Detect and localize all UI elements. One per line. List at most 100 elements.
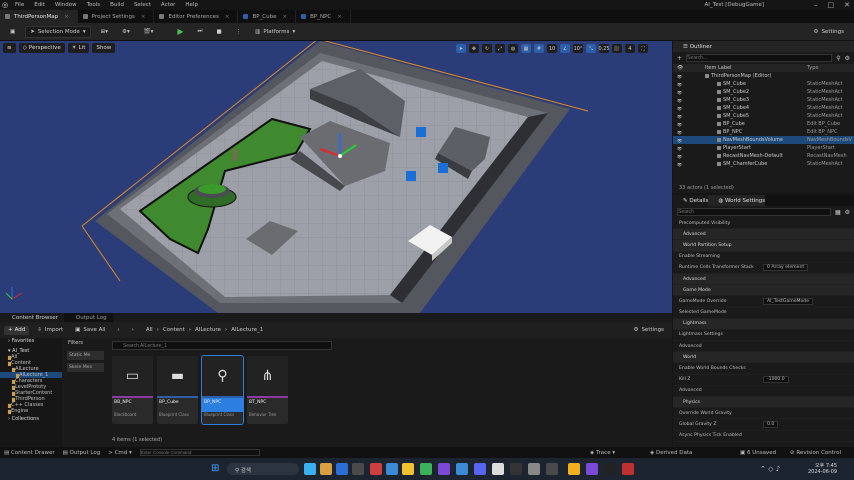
rotation-snap-icon[interactable]: ∠ [560, 44, 570, 53]
taskbar-clock[interactable]: 오후 7:45 2024-06-09 [808, 462, 837, 475]
visibility-icon[interactable]: 👁 [677, 98, 682, 103]
tab-bp-npc[interactable]: BP_NPC × [296, 10, 351, 23]
asset-search-input[interactable] [113, 342, 331, 350]
close-icon[interactable]: ✕ [844, 1, 850, 9]
rotate-icon[interactable]: ↻ [482, 44, 492, 53]
close-icon[interactable]: × [64, 14, 69, 20]
outliner-row[interactable]: 👁 SM_Cube StaticMeshAct [673, 80, 854, 88]
visibility-icon[interactable]: 👁 [677, 122, 682, 127]
unsaved-button[interactable]: ▣ 6 Unsaved [740, 450, 776, 456]
play-button[interactable]: ▶ [173, 26, 187, 38]
details-category-header[interactable]: Game Mode [673, 285, 854, 297]
details-category-header[interactable]: World Partition Setup [673, 240, 854, 252]
visibility-icon[interactable]: 👁 [677, 162, 682, 167]
app-icon[interactable] [510, 463, 522, 475]
app-icon[interactable] [568, 463, 580, 475]
unreal-logo-icon[interactable]: ◎ [0, 0, 10, 10]
details-property-row[interactable]: Kill Z -1000.0 [673, 375, 854, 386]
system-tray-icons[interactable]: ⌃ ◇ ♪ [760, 465, 780, 473]
breadcrumb-all[interactable]: All [146, 327, 153, 333]
app-icon[interactable] [622, 463, 634, 475]
visibility-icon[interactable]: 👁 [677, 114, 682, 119]
visibility-icon[interactable]: 👁 [677, 154, 682, 159]
favorites-header[interactable]: › Favorites [0, 338, 62, 344]
asset-tile[interactable]: ▭ BB_NPC Blackboard [112, 356, 153, 424]
visibility-icon[interactable]: 👁 [677, 146, 682, 151]
details-property-row[interactable]: GameMode Override AI_TestGameMode [673, 296, 854, 308]
breadcrumb-ailecture[interactable]: AILecture [195, 327, 221, 333]
forward-icon[interactable]: › [128, 324, 138, 336]
lit-button[interactable]: ☀ Lit [67, 43, 90, 53]
chrome-icon[interactable] [420, 463, 432, 475]
visibility-icon[interactable]: 👁 [677, 82, 682, 87]
tab-thirdpersonmap[interactable]: ThirdPersonMap × [0, 10, 78, 23]
details-category-header[interactable]: Physics [673, 397, 854, 409]
tab-bp-cube[interactable]: BP_Cube × [238, 10, 297, 23]
details-property-row[interactable]: Advanced [673, 386, 854, 397]
copilot-icon[interactable] [304, 463, 316, 475]
tab-editor-preferences[interactable]: Editor Preferences × [154, 10, 239, 23]
details-category-header[interactable]: World [673, 352, 854, 364]
outliner-row[interactable]: 👁 NavMeshBoundsVolume NavMeshBoundsV [673, 136, 854, 144]
viewport-menu-button[interactable]: ≡ [3, 43, 16, 53]
close-icon[interactable]: × [337, 14, 342, 20]
unreal-engine-icon[interactable] [604, 463, 616, 475]
content-icon[interactable]: ⊞▾ [97, 26, 112, 38]
close-icon[interactable]: × [283, 14, 288, 20]
outliner-row[interactable]: 👁 SM_Cube3 StaticMeshAct [673, 96, 854, 104]
details-property-row[interactable]: Precomputed Visibility [673, 218, 854, 230]
settings-app-icon[interactable] [352, 463, 364, 475]
revision-control-button[interactable]: ⊘ Revision Control [790, 450, 841, 456]
menu-select[interactable]: Select [129, 2, 156, 8]
select-icon[interactable]: ➤ [456, 44, 466, 53]
save-all-button[interactable]: ▣ Save All [71, 324, 109, 336]
menu-edit[interactable]: Edit [29, 2, 50, 8]
selection-mode-dropdown[interactable]: ➤ Selection Mode ▾ [25, 25, 91, 38]
visibility-icon[interactable]: 👁 [677, 130, 682, 135]
surface-snap-icon[interactable]: ▦ [521, 44, 531, 53]
maximize-viewport-icon[interactable]: ⛶ [638, 44, 648, 53]
app-icon[interactable] [456, 463, 468, 475]
cinematics-icon[interactable]: 🎬▾ [140, 26, 158, 38]
details-property-row[interactable]: Advanced [673, 341, 854, 353]
details-search-input[interactable] [677, 208, 831, 216]
menu-build[interactable]: Build [105, 2, 129, 8]
asset-tile[interactable]: ⋔ BT_NPC Behavior Tree [247, 356, 288, 424]
property-value[interactable]: 0 Array element [763, 264, 809, 272]
tab-world-settings[interactable]: ◍ World Settings [708, 195, 766, 206]
gizmo-center[interactable] [338, 154, 342, 158]
gear-icon[interactable]: ⚙ [845, 209, 850, 216]
outliner-search-input[interactable] [686, 54, 833, 62]
tab-details[interactable]: ✎ Details [673, 195, 709, 206]
details-category-header[interactable]: Advanced [673, 229, 854, 241]
menu-help[interactable]: Help [180, 2, 203, 8]
scale-snap-icon[interactable]: ⤡ [586, 44, 596, 53]
translate-icon[interactable]: ✥ [469, 44, 479, 53]
filter-skeletal-mesh[interactable]: Skele Mes [67, 363, 104, 372]
visibility-icon[interactable]: 👁 [677, 74, 682, 79]
menu-window[interactable]: Window [50, 2, 82, 8]
discord-icon[interactable] [474, 463, 486, 475]
app-icon[interactable] [546, 463, 558, 475]
outliner-row[interactable]: 👁 SM_Cube4 StaticMeshAct [673, 104, 854, 112]
scale-icon[interactable]: ⤢ [495, 44, 505, 53]
property-value[interactable]: AI_TestGameMode [763, 297, 814, 305]
back-icon[interactable]: ‹ [113, 324, 123, 336]
app-icon[interactable] [370, 463, 382, 475]
filter-static-mesh[interactable]: Static Me [67, 351, 104, 360]
gear-icon[interactable]: ⚙ [845, 55, 850, 62]
details-property-row[interactable]: Enable Streaming [673, 252, 854, 263]
file-explorer-icon[interactable] [320, 463, 332, 475]
grid-view-icon[interactable]: ▦ [835, 209, 841, 216]
menu-actor[interactable]: Actor [156, 2, 180, 8]
scene-render[interactable] [0, 41, 672, 313]
filters-label[interactable]: Filters [63, 338, 108, 348]
visual-studio-icon[interactable] [586, 463, 598, 475]
filter-icon[interactable]: ⚲ [836, 55, 840, 62]
output-log-button[interactable]: ▤ Output Log [63, 450, 101, 456]
property-value[interactable]: 0.0 [763, 420, 779, 428]
scale-snap-value[interactable]: 0.25 [598, 44, 610, 53]
outliner-row[interactable]: 👁 SM_Cube5 StaticMeshAct [673, 112, 854, 120]
grid-snap-icon[interactable]: # [534, 44, 544, 53]
asset-tile[interactable]: ⚲ BP_NPC Blueprint Class [201, 355, 244, 425]
